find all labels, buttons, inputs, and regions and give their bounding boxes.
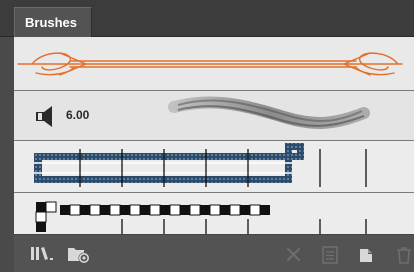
brush-item-art-arrow[interactable]	[14, 37, 414, 91]
bristle-brush-icon	[36, 106, 52, 127]
panel-left-edge	[0, 37, 14, 272]
panel-tab-bar: Brushes	[0, 0, 414, 37]
checker-brush-preview	[35, 201, 367, 234]
new-brush-icon[interactable]	[356, 245, 376, 265]
brush-size-value: 6.00	[66, 108, 90, 122]
brush-list: 6.00	[14, 37, 414, 234]
remove-brush-stroke-icon[interactable]	[284, 245, 304, 265]
tab-label: Brushes	[25, 15, 78, 30]
tab-brushes[interactable]: Brushes	[14, 7, 92, 37]
brushes-toolbar	[14, 234, 414, 272]
brush-item-pattern[interactable]	[14, 141, 414, 193]
brush-libraries-menu-icon[interactable]	[30, 245, 56, 265]
pattern-brush-preview	[34, 143, 367, 187]
brush-item-bristle[interactable]: 6.00	[14, 91, 414, 141]
delete-brush-icon[interactable]	[394, 245, 414, 265]
brush-options-icon[interactable]	[320, 245, 340, 265]
libraries-panel-icon[interactable]	[66, 245, 94, 265]
brush-item-checker[interactable]	[14, 193, 414, 234]
brushes-panel: Brushes 6.00	[0, 0, 414, 272]
art-arrow-brush-preview	[17, 52, 403, 76]
